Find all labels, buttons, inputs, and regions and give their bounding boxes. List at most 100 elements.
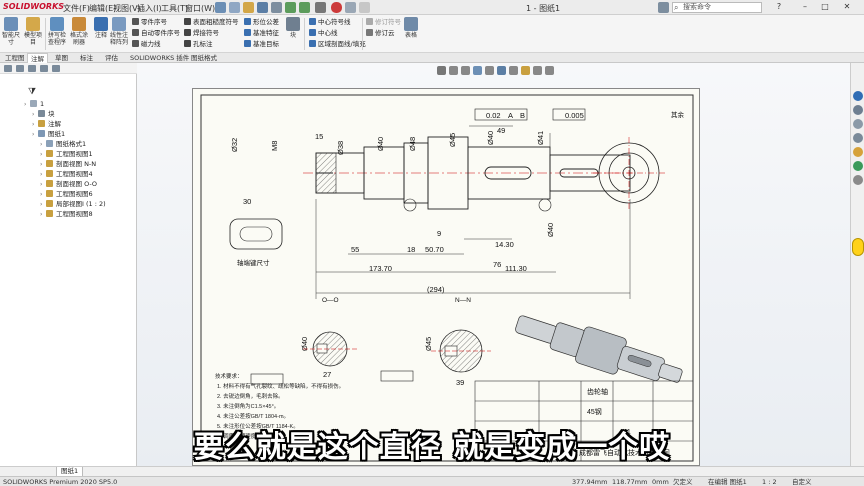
appearance-icon[interactable] [521,66,530,75]
design-library-icon[interactable] [853,105,863,115]
tech-line: 4. 未注公差按GB/T 1804-m。 [217,412,289,420]
tree-item[interactable]: › 图纸1 [32,129,65,139]
tab-sheet-format[interactable]: 图纸格式 [188,53,220,63]
options-gear-icon[interactable] [359,2,370,13]
weld-symbol-button[interactable]: 焊接符号 [184,28,219,38]
block-button[interactable]: 块 [284,17,302,39]
tree-item[interactable]: › 工程图视图1 [40,149,93,159]
print-icon[interactable] [271,2,282,13]
menu-insert[interactable]: 插入(I) [137,3,162,14]
tree-node-icon [38,110,45,117]
scene-icon[interactable] [533,66,542,75]
property-manager-tab-icon[interactable] [16,65,24,72]
traffic-light-icon[interactable] [331,2,342,13]
datum-feature-button[interactable]: 基准特征 [244,28,279,38]
ribbon-separator [304,18,305,50]
auto-balloon-icon [132,29,139,36]
menu-window[interactable]: 窗口(W) [185,3,215,14]
dim-xpert-tab-icon[interactable] [40,65,48,72]
magnetic-line-button[interactable]: 磁力线 [132,39,161,49]
undo-icon[interactable] [285,2,296,13]
tree-item[interactable]: › 工程图视图6 [40,189,93,199]
view-settings-icon[interactable] [545,66,554,75]
centerline-button[interactable]: 中心线 [309,28,338,38]
spell-check-icon [50,17,64,31]
linear-note-pattern-button[interactable]: 线性注释阵列 [110,17,128,46]
new-file-icon[interactable] [229,2,240,13]
surface-finish-button[interactable]: 表面粗糙度符号 [184,17,239,27]
view-orientation-icon[interactable] [485,66,494,75]
tree-item-label: 工程图视图6 [56,190,93,198]
auto-balloon-button[interactable]: 自动零件序号 [132,28,180,38]
tab-evaluate[interactable]: 评估 [102,53,121,63]
tree-item[interactable]: › 工程图视图8 [40,209,93,219]
help-home-icon[interactable] [658,2,669,13]
area-hatch-button[interactable]: 区域剖面线/填充 [309,39,366,49]
maximize-button[interactable]: □ [818,1,832,13]
hide-show-icon[interactable] [509,66,518,75]
search-input[interactable]: ⌕ 搜索命令 [672,2,762,13]
tree-item[interactable]: › 注解 [32,119,61,129]
rebuild-icon[interactable] [345,2,356,13]
revision-cloud-button[interactable]: 修订云 [366,28,395,38]
units-system[interactable]: 自定义 [792,477,812,486]
minimize-button[interactable]: – [798,1,812,13]
model-items-button[interactable]: 模型项目 [24,17,42,46]
section-label-n: N—N [455,297,471,304]
file-explorer-icon[interactable] [853,119,863,129]
solidworks-window: SOLIDWORKS 文件(F) 编辑(E) 视图(V) 插入(I) 工具(T)… [0,0,864,486]
geometric-tolerance-button[interactable]: 形位公差 [244,17,279,27]
tab-drawing[interactable]: 工程图 [2,53,28,63]
custom-properties-icon[interactable] [853,161,863,171]
tab-markup[interactable]: 标注 [77,53,96,63]
hole-callout-button[interactable]: 孔标注 [184,39,213,49]
close-button[interactable]: ✕ [840,1,854,13]
tab-annotation[interactable]: 注解 [27,53,48,63]
home-icon[interactable] [215,2,226,13]
config-manager-tab-icon[interactable] [28,65,36,72]
tree-node-icon [38,120,45,127]
tree-item[interactable]: › 1 [24,99,44,109]
forum-icon[interactable] [853,175,863,185]
revision-symbol-button[interactable]: 修订符号 [366,17,401,27]
drawing-sheet[interactable]: Ø32 M8 15 Ø38 Ø40 Ø48 Ø45 Ø40 49 Ø41 Ø40… [192,88,700,466]
solidworks-resources-icon[interactable] [853,91,863,101]
dim-text: 49 [497,126,505,135]
save-icon[interactable] [257,2,268,13]
tree-item[interactable]: › 局部视图I (1 : 2) [40,199,106,209]
tab-sketch[interactable]: 草图 [52,53,71,63]
display-manager-tab-icon[interactable] [52,65,60,72]
redo-icon[interactable] [299,2,310,13]
format-painter-button[interactable]: 格式涂刷器 [70,17,88,46]
smart-dimension-button[interactable]: 智能尺寸 [2,17,20,46]
display-style-icon[interactable] [497,66,506,75]
tree-item[interactable]: › 剖面视图 O-O [40,179,97,189]
tables-button[interactable]: 表格 [402,17,420,39]
zoom-to-fit-icon[interactable] [437,66,446,75]
mouse-cursor-highlight [852,238,864,256]
menu-file[interactable]: 文件(F) [63,3,90,14]
tree-item[interactable]: › 图纸格式1 [40,139,86,149]
select-arrow-icon[interactable] [315,2,326,13]
feature-tree-tab-icon[interactable] [4,65,12,72]
open-file-icon[interactable] [243,2,254,13]
format-painter-icon [72,17,86,31]
tree-item[interactable]: › 工程图视图4 [40,169,93,179]
graphics-area[interactable]: Ø32 M8 15 Ø38 Ø40 Ø48 Ø45 Ø40 49 Ø41 Ø40… [137,63,850,466]
filter-icon[interactable]: ⧩ [28,87,36,97]
tab-addins[interactable]: SOLIDWORKS 插件 [127,53,192,63]
tree-item[interactable]: › 剖面视图 N-N [40,159,96,169]
datum-target-button[interactable]: 基准目标 [244,39,279,49]
previous-view-icon[interactable] [461,66,470,75]
sheet-scale[interactable]: 1 : 2 [762,477,777,486]
center-mark-button[interactable]: 中心符号线 [309,17,351,27]
balloon-button[interactable]: 零件序号 [132,17,167,27]
help-button[interactable]: ? [772,1,786,13]
zoom-area-icon[interactable] [449,66,458,75]
section-view-icon[interactable] [473,66,482,75]
appearances-icon[interactable] [853,147,863,157]
note-button[interactable]: 注释 [92,17,110,39]
view-palette-icon[interactable] [853,133,863,143]
spell-check-button[interactable]: 拼写检查程序 [48,17,66,46]
tree-item[interactable]: › 块 [32,109,55,119]
